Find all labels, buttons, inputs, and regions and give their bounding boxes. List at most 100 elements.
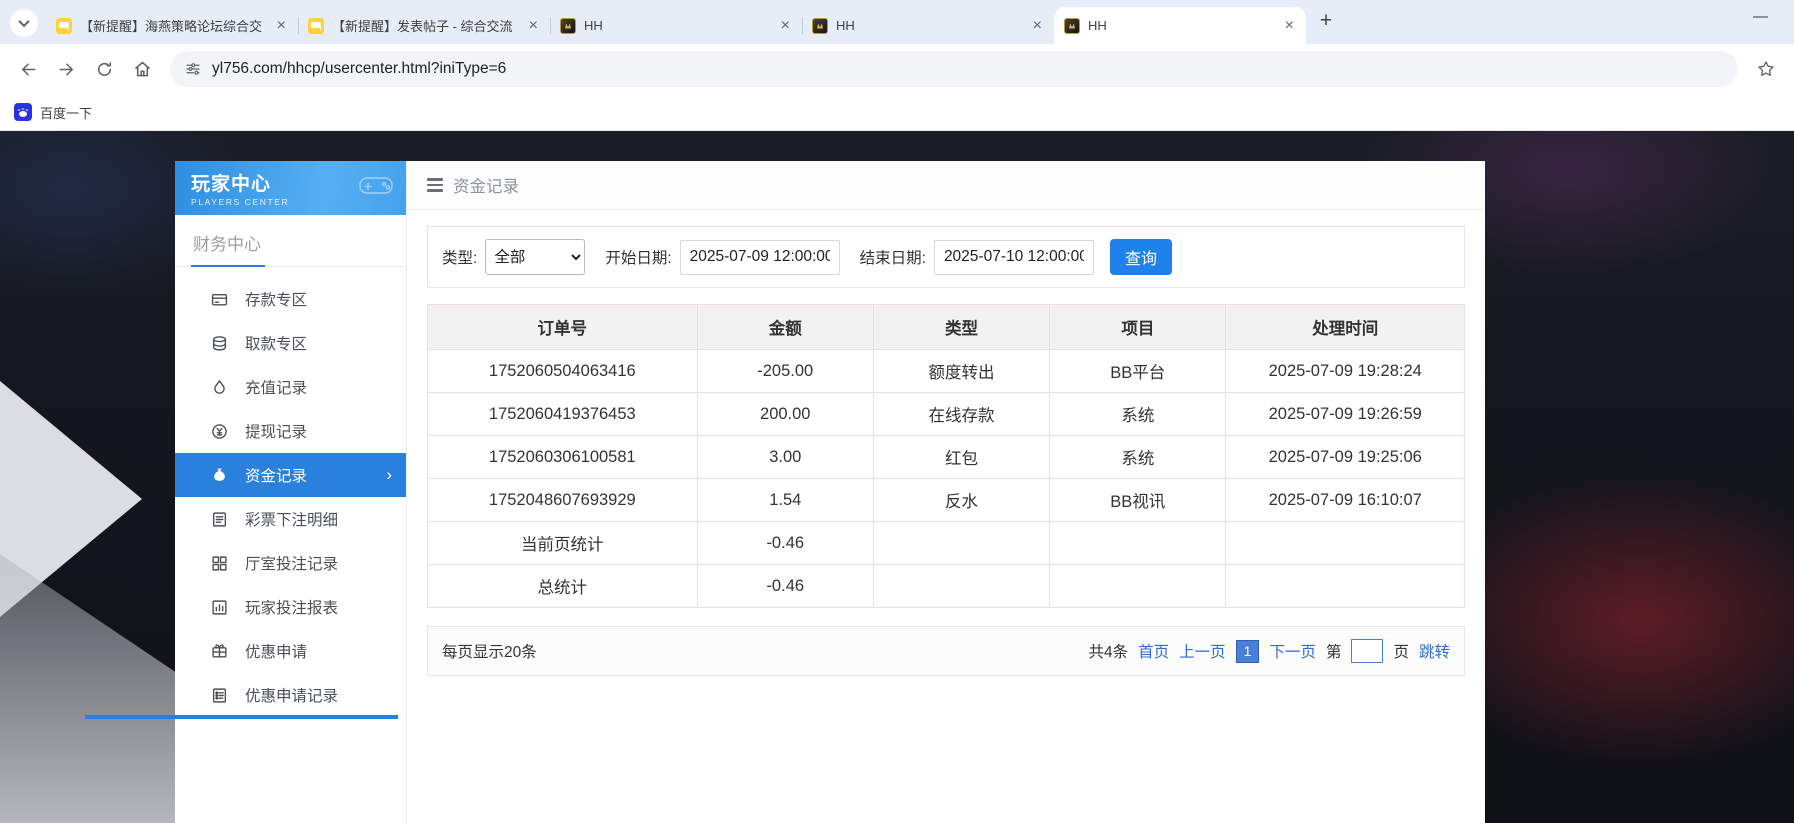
sidebar-item-promo-apply[interactable]: 优惠申请: [175, 629, 406, 673]
sidebar-section-label: 财务中心: [191, 230, 265, 267]
browser-tab[interactable]: 【新提醒】发表帖子 - 综合交流×: [298, 7, 550, 44]
start-date-input[interactable]: [680, 240, 840, 275]
chat-favicon: [308, 18, 324, 34]
sidebar-item-promo-record[interactable]: 优惠申请记录: [175, 673, 406, 717]
promo-record-icon: [211, 687, 228, 704]
withdraw-icon: [211, 335, 228, 352]
sidebar-item-funds[interactable]: 资金记录›: [175, 453, 406, 497]
table-cell: 系统: [1050, 393, 1226, 436]
per-page-text: 每页显示20条: [442, 640, 537, 662]
first-page-link[interactable]: 首页: [1138, 640, 1169, 662]
current-page-indicator[interactable]: 1: [1236, 640, 1260, 663]
table-cell: -0.46: [697, 522, 873, 565]
table-cell: 2025-07-09 19:25:06: [1226, 436, 1465, 479]
table-cell: 200.00: [697, 393, 873, 436]
browser-toolbar: yl756.com/hhcp/usercenter.html?iniType=6: [0, 44, 1794, 94]
close-icon[interactable]: ×: [527, 18, 540, 34]
tune-icon: [184, 60, 202, 78]
browser-chrome: 【新提醒】海燕策略论坛综合交×【新提醒】发表帖子 - 综合交流×HH×HH×HH…: [0, 0, 1794, 131]
funds-icon: [211, 467, 228, 484]
sidebar-menu: 存款专区取款专区充值记录提现记录资金记录›彩票下注明细厅室投注记录玩家投注报表优…: [175, 267, 406, 717]
end-date-label: 结束日期:: [860, 246, 926, 268]
tab-title: HH: [584, 18, 771, 33]
table-cell: 当前页统计: [428, 522, 698, 565]
close-icon[interactable]: ×: [779, 18, 792, 34]
url-text: yl756.com/hhcp/usercenter.html?iniType=6: [212, 60, 506, 78]
chevron-right-icon: ›: [386, 465, 392, 485]
browser-tab[interactable]: 【新提醒】海燕策略论坛综合交 ×: [46, 7, 298, 44]
table-head: 订单号金额类型项目处理时间: [428, 305, 1465, 350]
sidebar-item-label: 优惠申请: [245, 640, 307, 662]
page-suffix-label: 页: [1393, 640, 1409, 662]
table-cell: [1050, 522, 1226, 565]
next-page-link[interactable]: 下一页: [1269, 640, 1316, 662]
search-button[interactable]: 查询: [1110, 239, 1172, 275]
prev-page-link[interactable]: 上一页: [1179, 640, 1226, 662]
column-header: 处理时间: [1226, 305, 1465, 350]
sidebar-item-label: 玩家投注报表: [245, 596, 338, 618]
chat-favicon: [56, 18, 72, 34]
tab-strip: 【新提醒】海燕策略论坛综合交×【新提醒】发表帖子 - 综合交流×HH×HH×HH…: [0, 0, 1794, 44]
baidu-favicon: [14, 103, 32, 121]
browser-tab[interactable]: HH ×: [1054, 7, 1306, 44]
table-cell: [1226, 522, 1465, 565]
column-header: 类型: [873, 305, 1049, 350]
home-button[interactable]: [124, 51, 160, 87]
table-cell: BB视讯: [1050, 479, 1226, 522]
table-body: 1752060504063416-205.00额度转出BB平台2025-07-0…: [428, 350, 1465, 608]
table-cell: 在线存款: [873, 393, 1049, 436]
new-tab-button[interactable]: +: [1312, 8, 1340, 36]
sidebar-item-withdraw[interactable]: 取款专区: [175, 321, 406, 365]
table-cell: 额度转出: [873, 350, 1049, 393]
table-cell: 1752048607693929: [428, 479, 698, 522]
table-row: 总统计-0.46: [428, 565, 1465, 608]
total-count-text: 共4条: [1088, 640, 1128, 662]
star-icon: [1756, 59, 1776, 79]
table-cell: [873, 522, 1049, 565]
table-cell: -0.46: [697, 565, 873, 608]
sidebar-item-withdrawal-record[interactable]: 提现记录: [175, 409, 406, 453]
jump-link[interactable]: 跳转: [1419, 640, 1450, 662]
bookmarks-bar: 百度一下: [0, 94, 1794, 131]
hh-favicon: [1064, 18, 1080, 34]
close-icon[interactable]: ×: [1283, 18, 1296, 34]
pagination-bar: 每页显示20条 共4条 首页 上一页 1 下一页 第 页 跳转: [427, 626, 1465, 676]
close-icon[interactable]: ×: [1031, 18, 1044, 34]
table-cell: 总统计: [428, 565, 698, 608]
sidebar-section-finance: 财务中心: [175, 215, 406, 267]
promo-apply-icon: [211, 643, 228, 660]
browser-tab[interactable]: HH ×: [802, 7, 1054, 44]
end-date-input[interactable]: [934, 240, 1094, 275]
tab-title: HH: [1088, 18, 1275, 33]
bookmark-star-button[interactable]: [1748, 51, 1784, 87]
jump-page-input[interactable]: [1351, 639, 1383, 663]
tab-title: 【新提醒】海燕策略论坛综合交: [80, 16, 267, 35]
table-cell: BB平台: [1050, 350, 1226, 393]
browser-tab[interactable]: HH ×: [550, 7, 802, 44]
forward-button[interactable]: [48, 51, 84, 87]
tab-title: HH: [836, 18, 1023, 33]
sidebar-item-player-report[interactable]: 玩家投注报表: [175, 585, 406, 629]
table-cell: 1752060419376453: [428, 393, 698, 436]
type-select[interactable]: 全部: [485, 239, 585, 275]
chevron-down-icon: [18, 16, 29, 27]
table-cell: [1050, 565, 1226, 608]
address-bar[interactable]: yl756.com/hhcp/usercenter.html?iniType=6: [170, 51, 1738, 87]
sidebar-item-lottery-detail[interactable]: 彩票下注明细: [175, 497, 406, 541]
column-header: 金额: [697, 305, 873, 350]
sidebar-item-label: 优惠申请记录: [245, 684, 338, 706]
back-button[interactable]: [10, 51, 46, 87]
sidebar-item-deposit[interactable]: 存款专区: [175, 277, 406, 321]
tab-search-button[interactable]: [10, 9, 38, 37]
content-header: 资金记录: [407, 161, 1485, 210]
lottery-detail-icon: [211, 511, 228, 528]
close-icon[interactable]: ×: [275, 18, 288, 34]
window-minimize-button[interactable]: —: [1753, 8, 1768, 25]
bookmark-baidu[interactable]: 百度一下: [40, 103, 92, 122]
funds-table: 订单号金额类型项目处理时间 1752060504063416-205.00额度转…: [427, 304, 1465, 608]
sidebar-item-recharge[interactable]: 充值记录: [175, 365, 406, 409]
refresh-button[interactable]: [86, 51, 122, 87]
sidebar-item-hall-bet[interactable]: 厅室投注记录: [175, 541, 406, 585]
sidebar-item-label: 取款专区: [245, 332, 307, 354]
table-cell: 2025-07-09 19:28:24: [1226, 350, 1465, 393]
